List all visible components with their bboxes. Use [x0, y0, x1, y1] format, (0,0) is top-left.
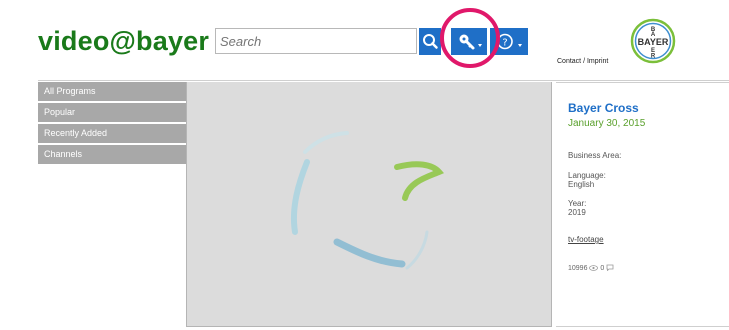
svg-text:A: A: [651, 32, 656, 38]
login-button[interactable]: [451, 28, 487, 55]
business-area-label: Business Area:: [568, 151, 622, 160]
site-logo[interactable]: video@bayer: [38, 26, 209, 57]
sidebar-item-all-programs[interactable]: All Programs: [38, 82, 186, 101]
video-title: Bayer Cross: [568, 101, 639, 115]
view-count: 10996: [568, 265, 588, 272]
header: video@bayer ? Contact / Imprint BAYER: [0, 0, 729, 80]
search-input[interactable]: [215, 28, 417, 54]
video-info-panel: Bayer Cross January 30, 2015 Business Ar…: [556, 82, 729, 327]
sidebar-nav: All Programs Popular Recently Added Chan…: [38, 82, 186, 166]
loading-spinner-icon: [290, 131, 445, 270]
search-icon: [423, 34, 438, 49]
svg-text:R: R: [651, 54, 656, 60]
sidebar-item-recently-added[interactable]: Recently Added: [38, 124, 186, 143]
comment-count: 0: [600, 265, 605, 272]
video-date: January 30, 2015: [568, 118, 646, 129]
chevron-down-icon: [478, 44, 482, 47]
language-value: English: [568, 180, 595, 189]
bayer-logo-icon: BAYER B A E R: [630, 18, 676, 64]
bayer-cross-logo[interactable]: BAYER B A E R: [630, 18, 676, 64]
svg-text:?: ?: [502, 38, 507, 49]
help-button[interactable]: ?: [490, 28, 528, 55]
help-icon: ?: [497, 33, 522, 50]
key-icon: [459, 34, 482, 50]
video-player[interactable]: [186, 82, 552, 327]
eye-icon: [589, 264, 600, 273]
sidebar-item-channels[interactable]: Channels: [38, 145, 186, 164]
sidebar-item-popular[interactable]: Popular: [38, 103, 186, 122]
comment-icon: [606, 264, 614, 273]
search-button[interactable]: [419, 28, 441, 55]
contact-imprint-link[interactable]: Contact / Imprint: [557, 58, 608, 65]
svg-text:BAYER: BAYER: [638, 37, 669, 47]
content-divider: [38, 80, 729, 81]
video-stats: 10996 0: [568, 264, 614, 273]
chevron-down-icon: [518, 44, 522, 47]
tag-link-tv-footage[interactable]: tv-footage: [568, 235, 604, 244]
year-label: Year:: [568, 199, 587, 208]
language-label: Language:: [568, 171, 606, 180]
year-value: 2019: [568, 208, 586, 217]
